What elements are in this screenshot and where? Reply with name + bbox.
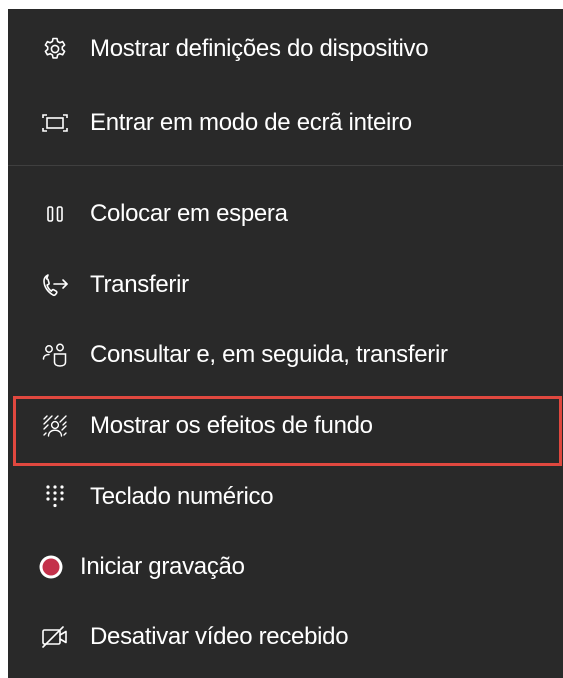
menu-item-disable-incoming-video[interactable]: Desativar vídeo recebido — [8, 607, 563, 667]
menu-item-label: Colocar em espera — [90, 200, 288, 227]
background-effects-icon — [40, 411, 70, 441]
context-menu: Mostrar definições do dispositivo Entrar… — [8, 9, 563, 678]
pause-icon — [40, 199, 70, 229]
menu-item-label: Consultar e, em seguida, transferir — [90, 341, 448, 368]
menu-item-label: Entrar em modo de ecrã inteiro — [90, 109, 412, 136]
menu-item-label: Teclado numérico — [90, 483, 274, 510]
menu-item-label: Iniciar gravação — [80, 553, 245, 580]
menu-item-label: Transferir — [90, 271, 189, 298]
consult-transfer-icon — [40, 340, 70, 370]
gear-icon — [40, 34, 70, 64]
menu-item-dialpad[interactable]: Teclado numérico — [8, 467, 563, 527]
menu-item-device-settings[interactable]: Mostrar definições do dispositivo — [8, 19, 563, 79]
video-off-icon — [40, 622, 70, 652]
menu-item-transfer[interactable]: Transferir — [8, 255, 563, 315]
menu-item-consult-transfer[interactable]: Consultar e, em seguida, transferir — [8, 325, 563, 385]
menu-item-label: Mostrar os efeitos de fundo — [90, 412, 373, 439]
fullscreen-icon — [40, 108, 70, 138]
menu-item-start-recording[interactable]: Iniciar gravação — [8, 537, 563, 597]
menu-item-label: Mostrar definições do dispositivo — [90, 35, 429, 62]
menu-item-fullscreen[interactable]: Entrar em modo de ecrã inteiro — [8, 93, 563, 153]
record-icon — [36, 552, 66, 582]
call-transfer-icon — [40, 270, 70, 300]
menu-item-hold[interactable]: Colocar em espera — [8, 184, 563, 244]
menu-divider — [8, 165, 563, 166]
dialpad-icon — [40, 482, 70, 512]
menu-item-label: Desativar vídeo recebido — [90, 623, 349, 650]
menu-item-background-effects[interactable]: Mostrar os efeitos de fundo — [8, 396, 563, 456]
